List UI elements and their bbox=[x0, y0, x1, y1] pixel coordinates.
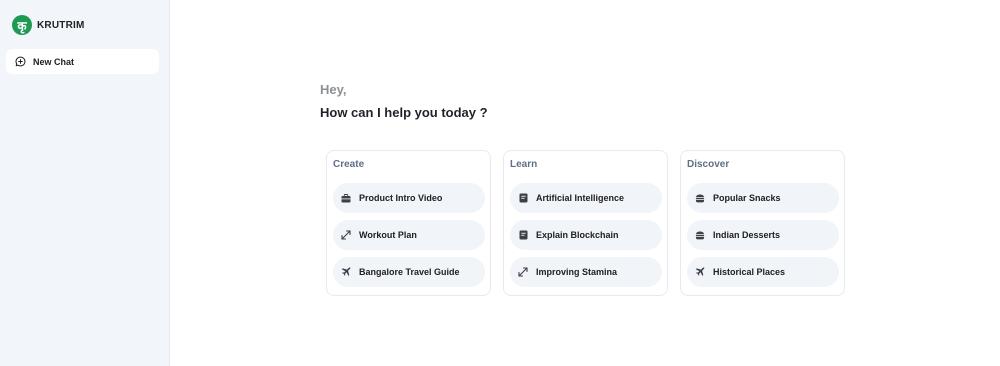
suggestion-chip[interactable]: Popular Snacks bbox=[687, 183, 839, 213]
suggestion-chip[interactable]: Improving Stamina bbox=[510, 257, 662, 287]
suggestion-label: Product Intro Video bbox=[359, 193, 443, 203]
brand-name: KRUTRIM bbox=[37, 19, 85, 31]
card-title: Create bbox=[333, 159, 365, 170]
expand-icon bbox=[518, 267, 528, 277]
card-learn: Learn Artificial Intelligence Explain Bl… bbox=[503, 150, 668, 296]
suggestion-chip[interactable]: Historical Places bbox=[687, 257, 839, 287]
suggestion-chip[interactable]: Bangalore Travel Guide bbox=[333, 257, 485, 287]
airplane-icon bbox=[341, 267, 351, 277]
brand[interactable]: कृ KRUTRIM bbox=[12, 15, 85, 35]
food-icon bbox=[695, 193, 705, 203]
card-title: Learn bbox=[510, 159, 538, 170]
chat-bubble-plus-icon bbox=[15, 56, 26, 67]
suggestion-label: Improving Stamina bbox=[536, 267, 618, 277]
suggestion-chip[interactable]: Explain Blockchain bbox=[510, 220, 662, 250]
suggestion-label: Historical Places bbox=[713, 267, 786, 277]
briefcase-icon bbox=[341, 193, 351, 203]
card-create: Create Product Intro Video Workout Plan … bbox=[326, 150, 491, 296]
book-icon bbox=[518, 230, 528, 240]
card-title: Discover bbox=[687, 159, 730, 170]
card-discover: Discover Popular Snacks Indian Desserts … bbox=[680, 150, 845, 296]
expand-icon bbox=[341, 230, 351, 240]
suggestion-label: Explain Blockchain bbox=[536, 230, 619, 240]
food-icon bbox=[695, 230, 705, 240]
krutrim-logo-icon: कृ bbox=[12, 15, 32, 35]
greeting-text: Hey, bbox=[320, 82, 347, 97]
suggestion-label: Bangalore Travel Guide bbox=[359, 267, 460, 277]
suggestion-chip[interactable]: Workout Plan bbox=[333, 220, 485, 250]
book-icon bbox=[518, 193, 528, 203]
suggestion-chip[interactable]: Indian Desserts bbox=[687, 220, 839, 250]
suggestion-chip[interactable]: Artificial Intelligence bbox=[510, 183, 662, 213]
suggestion-chip[interactable]: Product Intro Video bbox=[333, 183, 485, 213]
suggestion-label: Workout Plan bbox=[359, 230, 417, 240]
help-prompt-heading: How can I help you today ? bbox=[320, 105, 488, 120]
new-chat-label: New Chat bbox=[33, 56, 75, 67]
suggestion-label: Artificial Intelligence bbox=[536, 193, 625, 203]
new-chat-button[interactable]: New Chat bbox=[6, 49, 159, 74]
sidebar: कृ KRUTRIM New Chat bbox=[0, 0, 170, 366]
suggestion-label: Popular Snacks bbox=[713, 193, 781, 203]
suggestion-label: Indian Desserts bbox=[713, 230, 781, 240]
airplane-icon bbox=[695, 267, 705, 277]
